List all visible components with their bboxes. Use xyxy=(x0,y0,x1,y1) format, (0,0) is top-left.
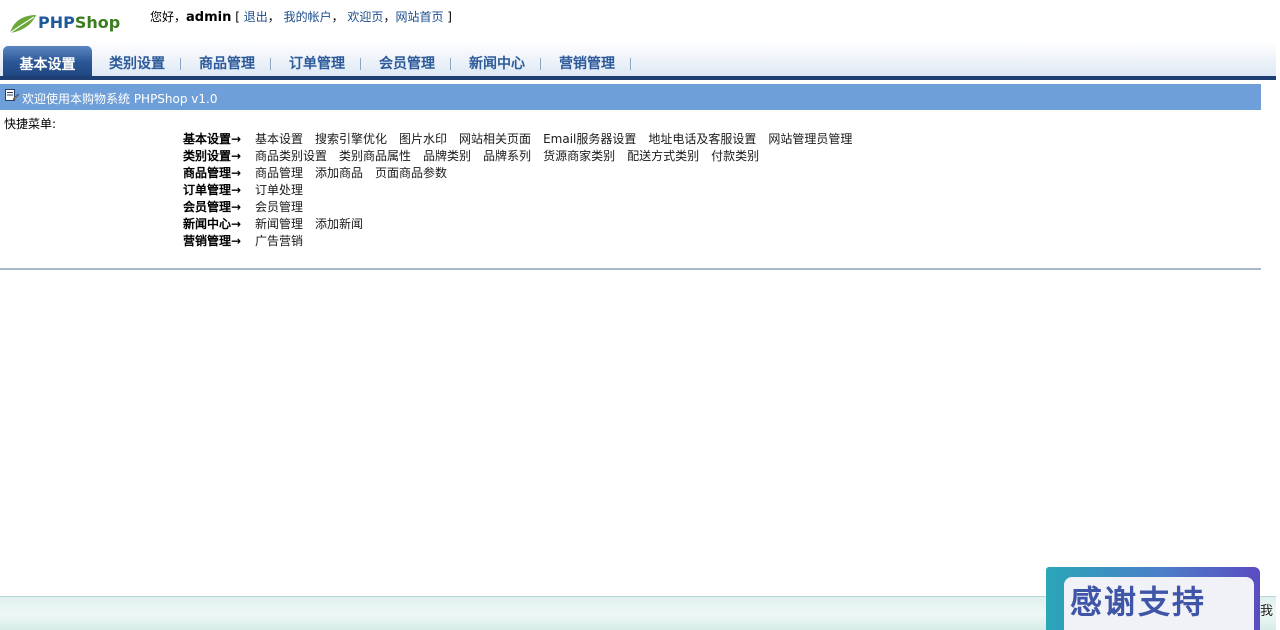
edit-icon xyxy=(5,89,19,101)
header: PHPShop 您好，admin [ 退出， 我的帐户， 欢迎页，网站首页 ] xyxy=(0,0,1280,44)
quick-menu-link[interactable]: 地址电话及客服设置 xyxy=(648,131,756,148)
quick-menu-row: 类别设置→ 商品类别设置 类别商品属性 品牌类别 品牌系列 货源商家类别 配送方式类别 付款类… xyxy=(183,148,864,165)
quick-menu-link[interactable]: 广告营销 xyxy=(255,233,303,250)
quick-menu-row-title: 营销管理→ xyxy=(183,234,242,248)
tab-marketing-management[interactable]: 营销管理 xyxy=(559,53,615,75)
tab-separator xyxy=(630,58,631,70)
quick-menu-row-title: 类别设置→ xyxy=(183,149,242,163)
quick-menu-link[interactable]: 添加商品 xyxy=(315,165,363,182)
footer-edge-text: 我 xyxy=(1260,604,1274,619)
quick-menu-link[interactable]: 付款类别 xyxy=(711,148,759,165)
tab-member-management[interactable]: 会员管理 xyxy=(379,53,435,75)
bracket-open: [ xyxy=(235,10,240,24)
quick-menu-row: 商品管理→ 商品管理 添加商品 页面商品参数 xyxy=(183,165,864,182)
logout-link[interactable]: 退出 xyxy=(244,10,268,24)
greeting-text: 您好， xyxy=(150,10,187,24)
site-home-link[interactable]: 网站首页 xyxy=(395,10,443,24)
username: admin xyxy=(186,10,232,25)
quick-menu-label: 快捷菜单: xyxy=(4,117,57,131)
quick-menu-row-title: 商品管理→ xyxy=(183,166,242,180)
quick-menu-row: 新闻中心→ 新闻管理 添加新闻 xyxy=(183,216,864,233)
logo-shop: Shop xyxy=(74,13,121,32)
quick-menu-row-title: 基本设置→ xyxy=(183,132,242,146)
welcome-bar: 欢迎使用本购物系统 PHPShop v1.0 xyxy=(0,84,1261,110)
logo-php: PHP xyxy=(38,13,75,32)
content-divider xyxy=(0,268,1261,270)
tab-basic-settings[interactable]: 基本设置 xyxy=(3,46,92,78)
tab-separator xyxy=(540,58,541,70)
nav-underline xyxy=(0,76,1276,80)
logo[interactable]: PHPShop xyxy=(8,9,120,37)
tab-product-management[interactable]: 商品管理 xyxy=(199,53,255,75)
quick-menu-link[interactable]: 搜索引擎优化 xyxy=(315,131,387,148)
quick-menu-link[interactable]: 商品管理 xyxy=(255,165,303,182)
tab-news-center[interactable]: 新闻中心 xyxy=(469,53,525,75)
tab-separator xyxy=(270,58,271,70)
quick-menu-link[interactable]: 类别商品属性 xyxy=(339,148,411,165)
quick-menu-link[interactable]: 品牌类别 xyxy=(423,148,471,165)
quick-menu-link[interactable]: 添加新闻 xyxy=(315,216,363,233)
quick-menu-link[interactable]: 配送方式类别 xyxy=(627,148,699,165)
tab-separator xyxy=(360,58,361,70)
tab-separator xyxy=(180,58,181,70)
leaf-icon xyxy=(9,15,36,34)
tab-separator xyxy=(450,58,451,70)
quick-menu-row-title: 会员管理→ xyxy=(183,200,242,214)
quick-menu: 基本设置→ 基本设置 搜索引擎优化 图片水印 网站相关页面 Email服务器设置 地址电话及… xyxy=(183,131,864,250)
thanks-text: 感谢支持 xyxy=(1064,577,1254,630)
bracket-close: ] xyxy=(447,10,452,24)
quick-menu-row: 营销管理→ 广告营销 xyxy=(183,233,864,250)
quick-menu-link[interactable]: 页面商品参数 xyxy=(375,165,447,182)
quick-menu-row-title: 新闻中心→ xyxy=(183,217,242,231)
quick-menu-link[interactable]: 会员管理 xyxy=(255,199,303,216)
quick-menu-link[interactable]: 新闻管理 xyxy=(255,216,303,233)
quick-menu-link[interactable]: 图片水印 xyxy=(399,131,447,148)
quick-menu-row: 订单管理→ 订单处理 xyxy=(183,182,864,199)
logo-text: PHPShop xyxy=(38,13,120,32)
quick-menu-link[interactable]: 基本设置 xyxy=(255,131,303,148)
quick-menu-row-title: 订单管理→ xyxy=(183,183,242,197)
welcome-page-link[interactable]: 欢迎页 xyxy=(347,10,383,24)
user-bar: 您好，admin [ 退出， 我的帐户， 欢迎页，网站首页 ] xyxy=(150,10,452,25)
my-account-link[interactable]: 我的帐户 xyxy=(284,10,332,24)
quick-menu-link[interactable]: 货源商家类别 xyxy=(543,148,615,165)
thanks-banner[interactable]: 感谢支持 xyxy=(1046,567,1260,630)
quick-menu-row: 会员管理→ 会员管理 xyxy=(183,199,864,216)
quick-menu-link[interactable]: 品牌系列 xyxy=(483,148,531,165)
quick-menu-row: 基本设置→ 基本设置 搜索引擎优化 图片水印 网站相关页面 Email服务器设置 地址电话及… xyxy=(183,131,864,148)
quick-menu-link[interactable]: 商品类别设置 xyxy=(255,148,327,165)
tab-category-settings[interactable]: 类别设置 xyxy=(109,53,165,75)
quick-menu-link[interactable]: Email服务器设置 xyxy=(543,131,636,148)
quick-menu-link[interactable]: 订单处理 xyxy=(255,182,303,199)
welcome-text: 欢迎使用本购物系统 PHPShop v1.0 xyxy=(22,92,218,106)
quick-menu-link[interactable]: 网站相关页面 xyxy=(459,131,531,148)
quick-menu-link[interactable]: 网站管理员管理 xyxy=(768,131,852,148)
main-nav: 基本设置 类别设置 商品管理 订单管理 会员管理 新闻中心 营销管理 xyxy=(0,40,1276,78)
tab-order-management[interactable]: 订单管理 xyxy=(289,53,345,75)
